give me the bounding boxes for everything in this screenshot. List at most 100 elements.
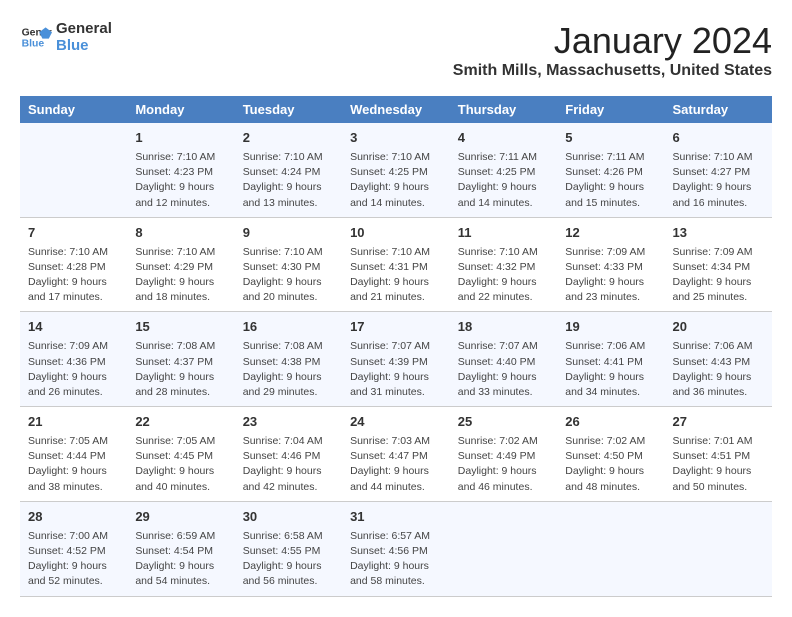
day-number: 19 <box>565 318 656 337</box>
day-number: 23 <box>243 413 334 432</box>
calendar-cell: 16 Sunrise: 7:08 AMSunset: 4:38 PMDayligh… <box>235 312 342 407</box>
day-number: 28 <box>28 508 119 527</box>
calendar-cell: 13 Sunrise: 7:09 AMSunset: 4:34 PMDayligh… <box>665 217 773 312</box>
svg-text:Blue: Blue <box>22 39 45 50</box>
day-info: Sunrise: 7:07 AMSunset: 4:39 PMDaylight:… <box>350 339 442 400</box>
day-number: 13 <box>673 224 765 243</box>
day-number: 14 <box>28 318 119 337</box>
calendar-cell: 3 Sunrise: 7:10 AMSunset: 4:25 PMDaylight… <box>342 123 450 217</box>
day-info: Sunrise: 7:10 AMSunset: 4:23 PMDaylight:… <box>135 150 226 211</box>
day-info: Sunrise: 7:02 AMSunset: 4:49 PMDaylight:… <box>458 434 550 495</box>
calendar-cell: 15 Sunrise: 7:08 AMSunset: 4:37 PMDayligh… <box>127 312 234 407</box>
calendar-cell: 4 Sunrise: 7:11 AMSunset: 4:25 PMDaylight… <box>450 123 558 217</box>
calendar-cell: 18 Sunrise: 7:07 AMSunset: 4:40 PMDayligh… <box>450 312 558 407</box>
calendar-cell: 17Sunrise: 7:07 AMSunset: 4:39 PMDayligh… <box>342 312 450 407</box>
day-number: 29 <box>135 508 226 527</box>
week-row: 1 Sunrise: 7:10 AMSunset: 4:23 PMDaylight… <box>20 123 772 217</box>
day-info: Sunrise: 7:10 AMSunset: 4:30 PMDaylight:… <box>243 245 334 306</box>
day-number: 4 <box>458 129 550 148</box>
page-header: General Blue GeneralBlue January 2024 Sm… <box>20 20 772 80</box>
day-number: 27 <box>673 413 765 432</box>
calendar-cell: 1 Sunrise: 7:10 AMSunset: 4:23 PMDaylight… <box>127 123 234 217</box>
title-section: January 2024 Smith Mills, Massachusetts,… <box>453 20 772 80</box>
header-cell-sunday: Sunday <box>20 96 127 123</box>
header-row: SundayMondayTuesdayWednesdayThursdayFrid… <box>20 96 772 123</box>
calendar-cell: 20 Sunrise: 7:06 AMSunset: 4:43 PMDayligh… <box>665 312 773 407</box>
calendar-cell: 25 Sunrise: 7:02 AMSunset: 4:49 PMDayligh… <box>450 407 558 502</box>
header-cell-tuesday: Tuesday <box>235 96 342 123</box>
month-title: January 2024 <box>453 20 772 62</box>
day-info: Sunrise: 6:57 AMSunset: 4:56 PMDaylight:… <box>350 529 442 590</box>
header-cell-wednesday: Wednesday <box>342 96 450 123</box>
day-number: 3 <box>350 129 442 148</box>
calendar-cell: 10Sunrise: 7:10 AMSunset: 4:31 PMDayligh… <box>342 217 450 312</box>
calendar-cell: 22 Sunrise: 7:05 AMSunset: 4:45 PMDayligh… <box>127 407 234 502</box>
day-number: 8 <box>135 224 226 243</box>
calendar-cell: 21 Sunrise: 7:05 AMSunset: 4:44 PMDayligh… <box>20 407 127 502</box>
day-info: Sunrise: 7:05 AMSunset: 4:44 PMDaylight:… <box>28 434 119 495</box>
calendar-cell: 7 Sunrise: 7:10 AMSunset: 4:28 PMDaylight… <box>20 217 127 312</box>
calendar-cell: 28 Sunrise: 7:00 AMSunset: 4:52 PMDayligh… <box>20 501 127 596</box>
day-number: 5 <box>565 129 656 148</box>
calendar-cell: 8Sunrise: 7:10 AMSunset: 4:29 PMDaylight… <box>127 217 234 312</box>
day-info: Sunrise: 6:58 AMSunset: 4:55 PMDaylight:… <box>243 529 334 590</box>
day-number: 30 <box>243 508 334 527</box>
week-row: 21 Sunrise: 7:05 AMSunset: 4:44 PMDayligh… <box>20 407 772 502</box>
day-number: 22 <box>135 413 226 432</box>
calendar-cell: 29 Sunrise: 6:59 AMSunset: 4:54 PMDayligh… <box>127 501 234 596</box>
header-cell-monday: Monday <box>127 96 234 123</box>
calendar-cell <box>450 501 558 596</box>
calendar-cell: 26 Sunrise: 7:02 AMSunset: 4:50 PMDayligh… <box>557 407 664 502</box>
day-number: 1 <box>135 129 226 148</box>
calendar-cell: 11Sunrise: 7:10 AMSunset: 4:32 PMDayligh… <box>450 217 558 312</box>
day-info: Sunrise: 7:09 AMSunset: 4:34 PMDaylight:… <box>673 245 765 306</box>
day-info: Sunrise: 7:10 AMSunset: 4:32 PMDaylight:… <box>458 245 550 306</box>
calendar-cell: 27 Sunrise: 7:01 AMSunset: 4:51 PMDayligh… <box>665 407 773 502</box>
calendar-cell: 19 Sunrise: 7:06 AMSunset: 4:41 PMDayligh… <box>557 312 664 407</box>
day-info: Sunrise: 7:07 AMSunset: 4:40 PMDaylight:… <box>458 339 550 400</box>
day-info: Sunrise: 7:10 AMSunset: 4:25 PMDaylight:… <box>350 150 442 211</box>
day-number: 31 <box>350 508 442 527</box>
day-info: Sunrise: 7:10 AMSunset: 4:27 PMDaylight:… <box>673 150 765 211</box>
day-info: Sunrise: 7:06 AMSunset: 4:43 PMDaylight:… <box>673 339 765 400</box>
day-info: Sunrise: 7:09 AMSunset: 4:33 PMDaylight:… <box>565 245 656 306</box>
day-info: Sunrise: 6:59 AMSunset: 4:54 PMDaylight:… <box>135 529 226 590</box>
day-number: 10 <box>350 224 442 243</box>
location: Smith Mills, Massachusetts, United State… <box>453 62 772 80</box>
day-info: Sunrise: 7:11 AMSunset: 4:25 PMDaylight:… <box>458 150 550 211</box>
day-number: 25 <box>458 413 550 432</box>
day-number: 7 <box>28 224 119 243</box>
calendar-cell: 23 Sunrise: 7:04 AMSunset: 4:46 PMDayligh… <box>235 407 342 502</box>
day-info: Sunrise: 7:08 AMSunset: 4:37 PMDaylight:… <box>135 339 226 400</box>
day-number: 2 <box>243 129 334 148</box>
day-info: Sunrise: 7:09 AMSunset: 4:36 PMDaylight:… <box>28 339 119 400</box>
day-info: Sunrise: 7:04 AMSunset: 4:46 PMDaylight:… <box>243 434 334 495</box>
day-number: 12 <box>565 224 656 243</box>
day-number: 26 <box>565 413 656 432</box>
day-number: 15 <box>135 318 226 337</box>
day-info: Sunrise: 7:11 AMSunset: 4:26 PMDaylight:… <box>565 150 656 211</box>
day-number: 18 <box>458 318 550 337</box>
calendar-cell: 2 Sunrise: 7:10 AMSunset: 4:24 PMDaylight… <box>235 123 342 217</box>
calendar-cell: 14 Sunrise: 7:09 AMSunset: 4:36 PMDayligh… <box>20 312 127 407</box>
day-number: 21 <box>28 413 119 432</box>
day-info: Sunrise: 7:01 AMSunset: 4:51 PMDaylight:… <box>673 434 765 495</box>
day-number: 20 <box>673 318 765 337</box>
day-info: Sunrise: 7:10 AMSunset: 4:28 PMDaylight:… <box>28 245 119 306</box>
day-info: Sunrise: 7:03 AMSunset: 4:47 PMDaylight:… <box>350 434 442 495</box>
day-info: Sunrise: 7:02 AMSunset: 4:50 PMDaylight:… <box>565 434 656 495</box>
day-number: 9 <box>243 224 334 243</box>
calendar-cell <box>557 501 664 596</box>
calendar-cell: 6Sunrise: 7:10 AMSunset: 4:27 PMDaylight… <box>665 123 773 217</box>
day-info: Sunrise: 7:08 AMSunset: 4:38 PMDaylight:… <box>243 339 334 400</box>
week-row: 7 Sunrise: 7:10 AMSunset: 4:28 PMDaylight… <box>20 217 772 312</box>
header-cell-friday: Friday <box>557 96 664 123</box>
calendar-cell <box>665 501 773 596</box>
day-number: 16 <box>243 318 334 337</box>
day-info: Sunrise: 7:05 AMSunset: 4:45 PMDaylight:… <box>135 434 226 495</box>
day-info: Sunrise: 7:00 AMSunset: 4:52 PMDaylight:… <box>28 529 119 590</box>
week-row: 14 Sunrise: 7:09 AMSunset: 4:36 PMDayligh… <box>20 312 772 407</box>
logo-text: GeneralBlue <box>56 20 112 55</box>
day-info: Sunrise: 7:10 AMSunset: 4:24 PMDaylight:… <box>243 150 334 211</box>
day-info: Sunrise: 7:06 AMSunset: 4:41 PMDaylight:… <box>565 339 656 400</box>
